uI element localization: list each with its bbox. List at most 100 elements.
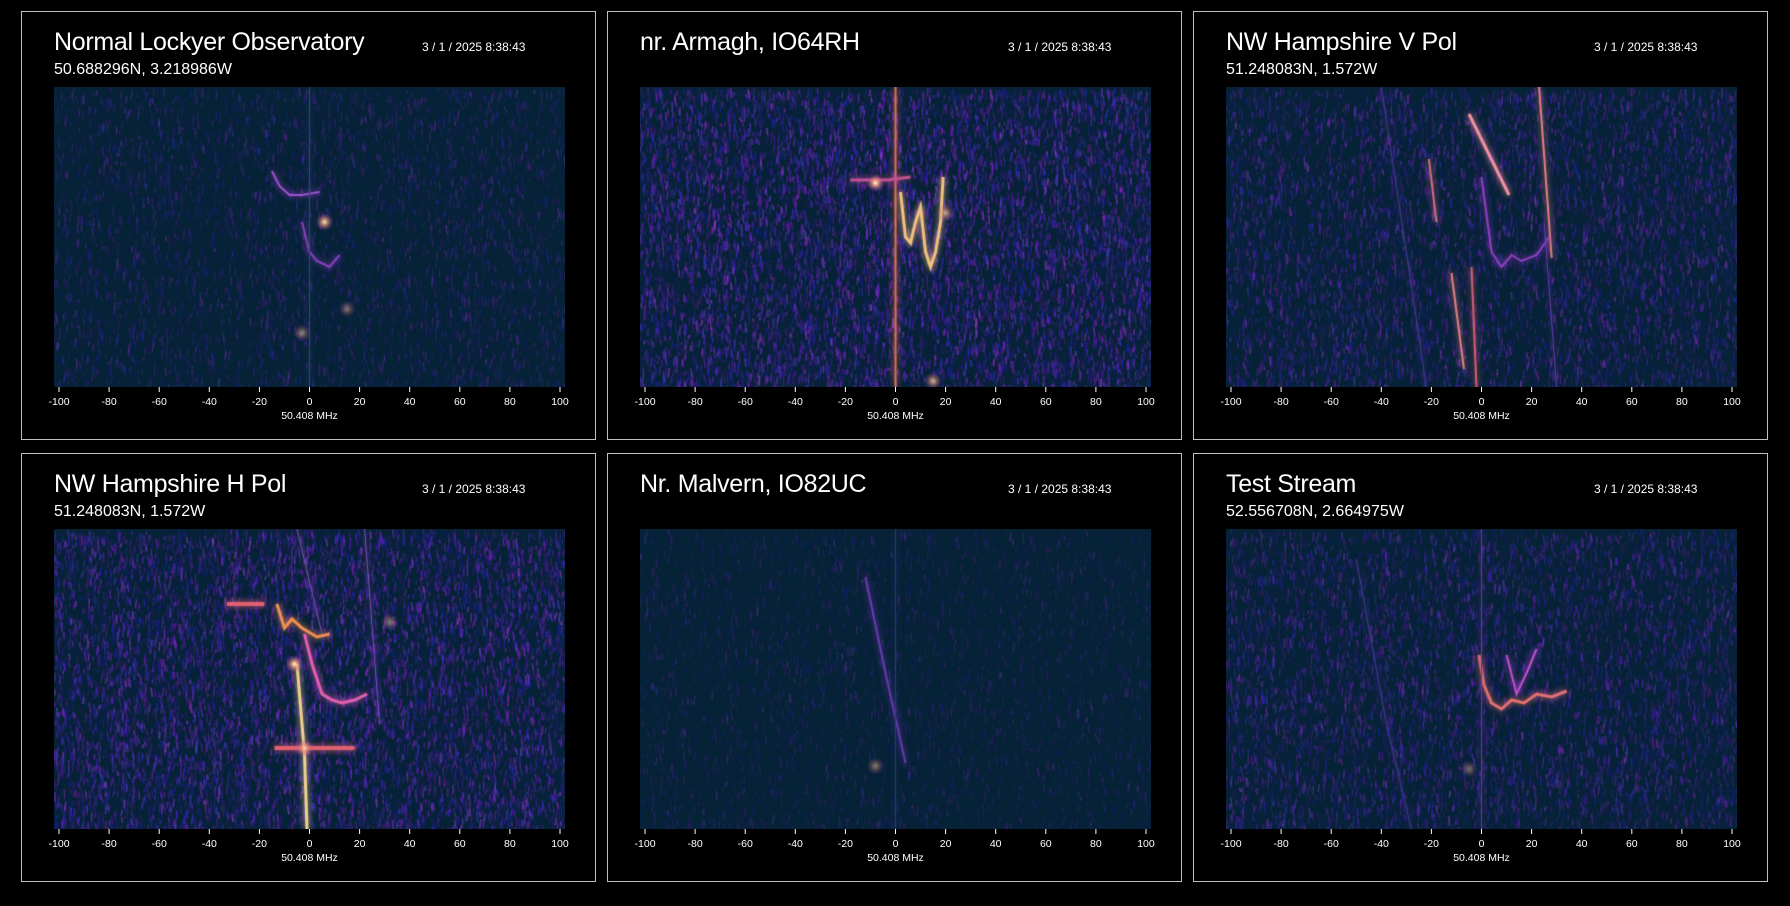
station-timestamp: 3 / 1 / 2025 8:38:43 [1008,482,1112,496]
station-title: Nr. Malvern, IO82UC [640,470,867,498]
spectrogram-waterfall[interactable] [640,87,1151,387]
frequency-axis: -100 -80 -60 -40 -20 0 20 40 60 80 100 50.408 MHz [49,829,569,864]
station-panel-1[interactable]: Normal Lockyer Observatory 50.688296N, 3… [21,11,596,440]
station-title: NW Hampshire V Pol [1226,28,1457,56]
axis-tick-label: -40 [1374,838,1389,850]
axis-tick-label: 0 [893,396,899,408]
axis-tick-label: 0 [307,396,313,408]
axis-tick-label: 80 [1090,838,1102,850]
station-timestamp: 3 / 1 / 2025 8:38:43 [1008,40,1112,54]
spectrogram-waterfall[interactable] [640,529,1151,829]
axis-tick-label: -40 [788,396,803,408]
axis-tick-label: 100 [1723,838,1741,850]
spectrogram-waterfall[interactable] [54,529,565,829]
axis-tick-label: -40 [202,396,217,408]
station-panel-4[interactable]: NW Hampshire H Pol 51.248083N, 1.572W 3 … [21,453,596,882]
axis-tick-label: 20 [354,396,366,408]
station-timestamp: 3 / 1 / 2025 8:38:43 [1594,40,1698,54]
axis-tick-label: 40 [1576,396,1588,408]
axis-label: 50.408 MHz [867,410,924,422]
station-title: Test Stream [1226,470,1357,498]
axis-tick-label: -20 [838,838,853,850]
axis-tick-label: 20 [940,838,952,850]
axis-tick-label: -60 [738,838,753,850]
axis-tick-label: -80 [102,838,117,850]
axis-tick-label: -80 [688,396,703,408]
axis-tick-label: -100 [1221,396,1242,408]
axis-tick-label: -100 [635,396,656,408]
axis-tick-label: -20 [252,838,267,850]
axis-tick-label: 20 [354,838,366,850]
axis-tick-label: 60 [454,838,466,850]
axis-tick-label: 60 [1626,396,1638,408]
axis-tick-label: -100 [49,838,70,850]
station-timestamp: 3 / 1 / 2025 8:38:43 [422,40,526,54]
axis-tick-label: 100 [1137,396,1155,408]
axis-tick-label: 20 [1526,838,1538,850]
axis-tick-label: -20 [838,396,853,408]
station-title: Normal Lockyer Observatory [54,28,365,56]
axis-tick-label: -40 [788,838,803,850]
axis-tick-label: -60 [152,396,167,408]
axis-label: 50.408 MHz [867,852,924,864]
axis-tick-label: 0 [1479,838,1485,850]
spectrogram-grid: Normal Lockyer Observatory 50.688296N, 3… [0,0,1790,906]
axis-tick-label: 0 [307,838,313,850]
station-panel-3[interactable]: NW Hampshire V Pol 51.248083N, 1.572W 3 … [1193,11,1768,440]
axis-tick-label: 80 [1090,396,1102,408]
axis-tick-label: 80 [1676,396,1688,408]
axis-tick-label: 80 [504,838,516,850]
axis-label: 50.408 MHz [281,852,338,864]
spectrogram-waterfall[interactable] [1226,529,1737,829]
axis-tick-label: -100 [1221,838,1242,850]
station-timestamp: 3 / 1 / 2025 8:38:43 [1594,482,1698,496]
spectrogram-waterfall[interactable] [54,87,565,387]
axis-tick-label: -60 [738,396,753,408]
axis-label: 50.408 MHz [281,410,338,422]
axis-tick-label: -20 [252,396,267,408]
axis-tick-label: 20 [1526,396,1538,408]
axis-tick-label: 60 [454,396,466,408]
axis-tick-label: -40 [202,838,217,850]
axis-tick-label: 0 [893,838,899,850]
axis-tick-label: 80 [504,396,516,408]
axis-tick-label: -20 [1424,396,1439,408]
frequency-axis: -100 -80 -60 -40 -20 0 20 40 60 80 100 50.408 MHz [49,387,569,422]
axis-tick-label: 60 [1040,838,1052,850]
axis-tick-label: 100 [551,838,569,850]
frequency-axis: -100 -80 -60 -40 -20 0 20 40 60 80 100 50.408 MHz [635,387,1155,422]
axis-tick-label: -40 [1374,396,1389,408]
frequency-axis: -100 -80 -60 -40 -20 0 20 40 60 80 100 50.408 MHz [635,829,1155,864]
station-title: NW Hampshire H Pol [54,470,287,498]
axis-tick-label: 80 [1676,838,1688,850]
station-timestamp: 3 / 1 / 2025 8:38:43 [422,482,526,496]
axis-tick-label: 40 [404,396,416,408]
station-panel-6[interactable]: Test Stream 52.556708N, 2.664975W 3 / 1 … [1193,453,1768,882]
axis-tick-label: -100 [635,838,656,850]
axis-tick-label: 100 [1723,396,1741,408]
axis-tick-label: 40 [404,838,416,850]
axis-tick-label: -60 [1324,838,1339,850]
spectrogram-waterfall[interactable] [1226,87,1737,387]
axis-tick-label: 100 [1137,838,1155,850]
station-panel-5[interactable]: Nr. Malvern, IO82UC 3 / 1 / 2025 8:38:43… [607,453,1182,882]
axis-tick-label: 60 [1626,838,1638,850]
station-coordinates: 51.248083N, 1.572W [1226,61,1378,78]
axis-tick-label: 0 [1479,396,1485,408]
station-coordinates: 51.248083N, 1.572W [54,503,206,520]
axis-tick-label: 40 [990,838,1002,850]
axis-label: 50.408 MHz [1453,852,1510,864]
axis-tick-label: -60 [1324,396,1339,408]
axis-tick-label: 40 [990,396,1002,408]
axis-tick-label: -80 [1274,396,1289,408]
station-coordinates: 50.688296N, 3.218986W [54,61,232,78]
axis-tick-label: -20 [1424,838,1439,850]
station-panel-2[interactable]: nr. Armagh, IO64RH 3 / 1 / 2025 8:38:43 … [607,11,1182,440]
axis-tick-label: 100 [551,396,569,408]
axis-tick-label: 40 [1576,838,1588,850]
frequency-axis: -100 -80 -60 -40 -20 0 20 40 60 80 100 50.408 MHz [1221,829,1741,864]
axis-tick-label: -80 [1274,838,1289,850]
frequency-axis: -100 -80 -60 -40 -20 0 20 40 60 80 100 50.408 MHz [1221,387,1741,422]
axis-tick-label: -80 [688,838,703,850]
axis-tick-label: -100 [49,396,70,408]
